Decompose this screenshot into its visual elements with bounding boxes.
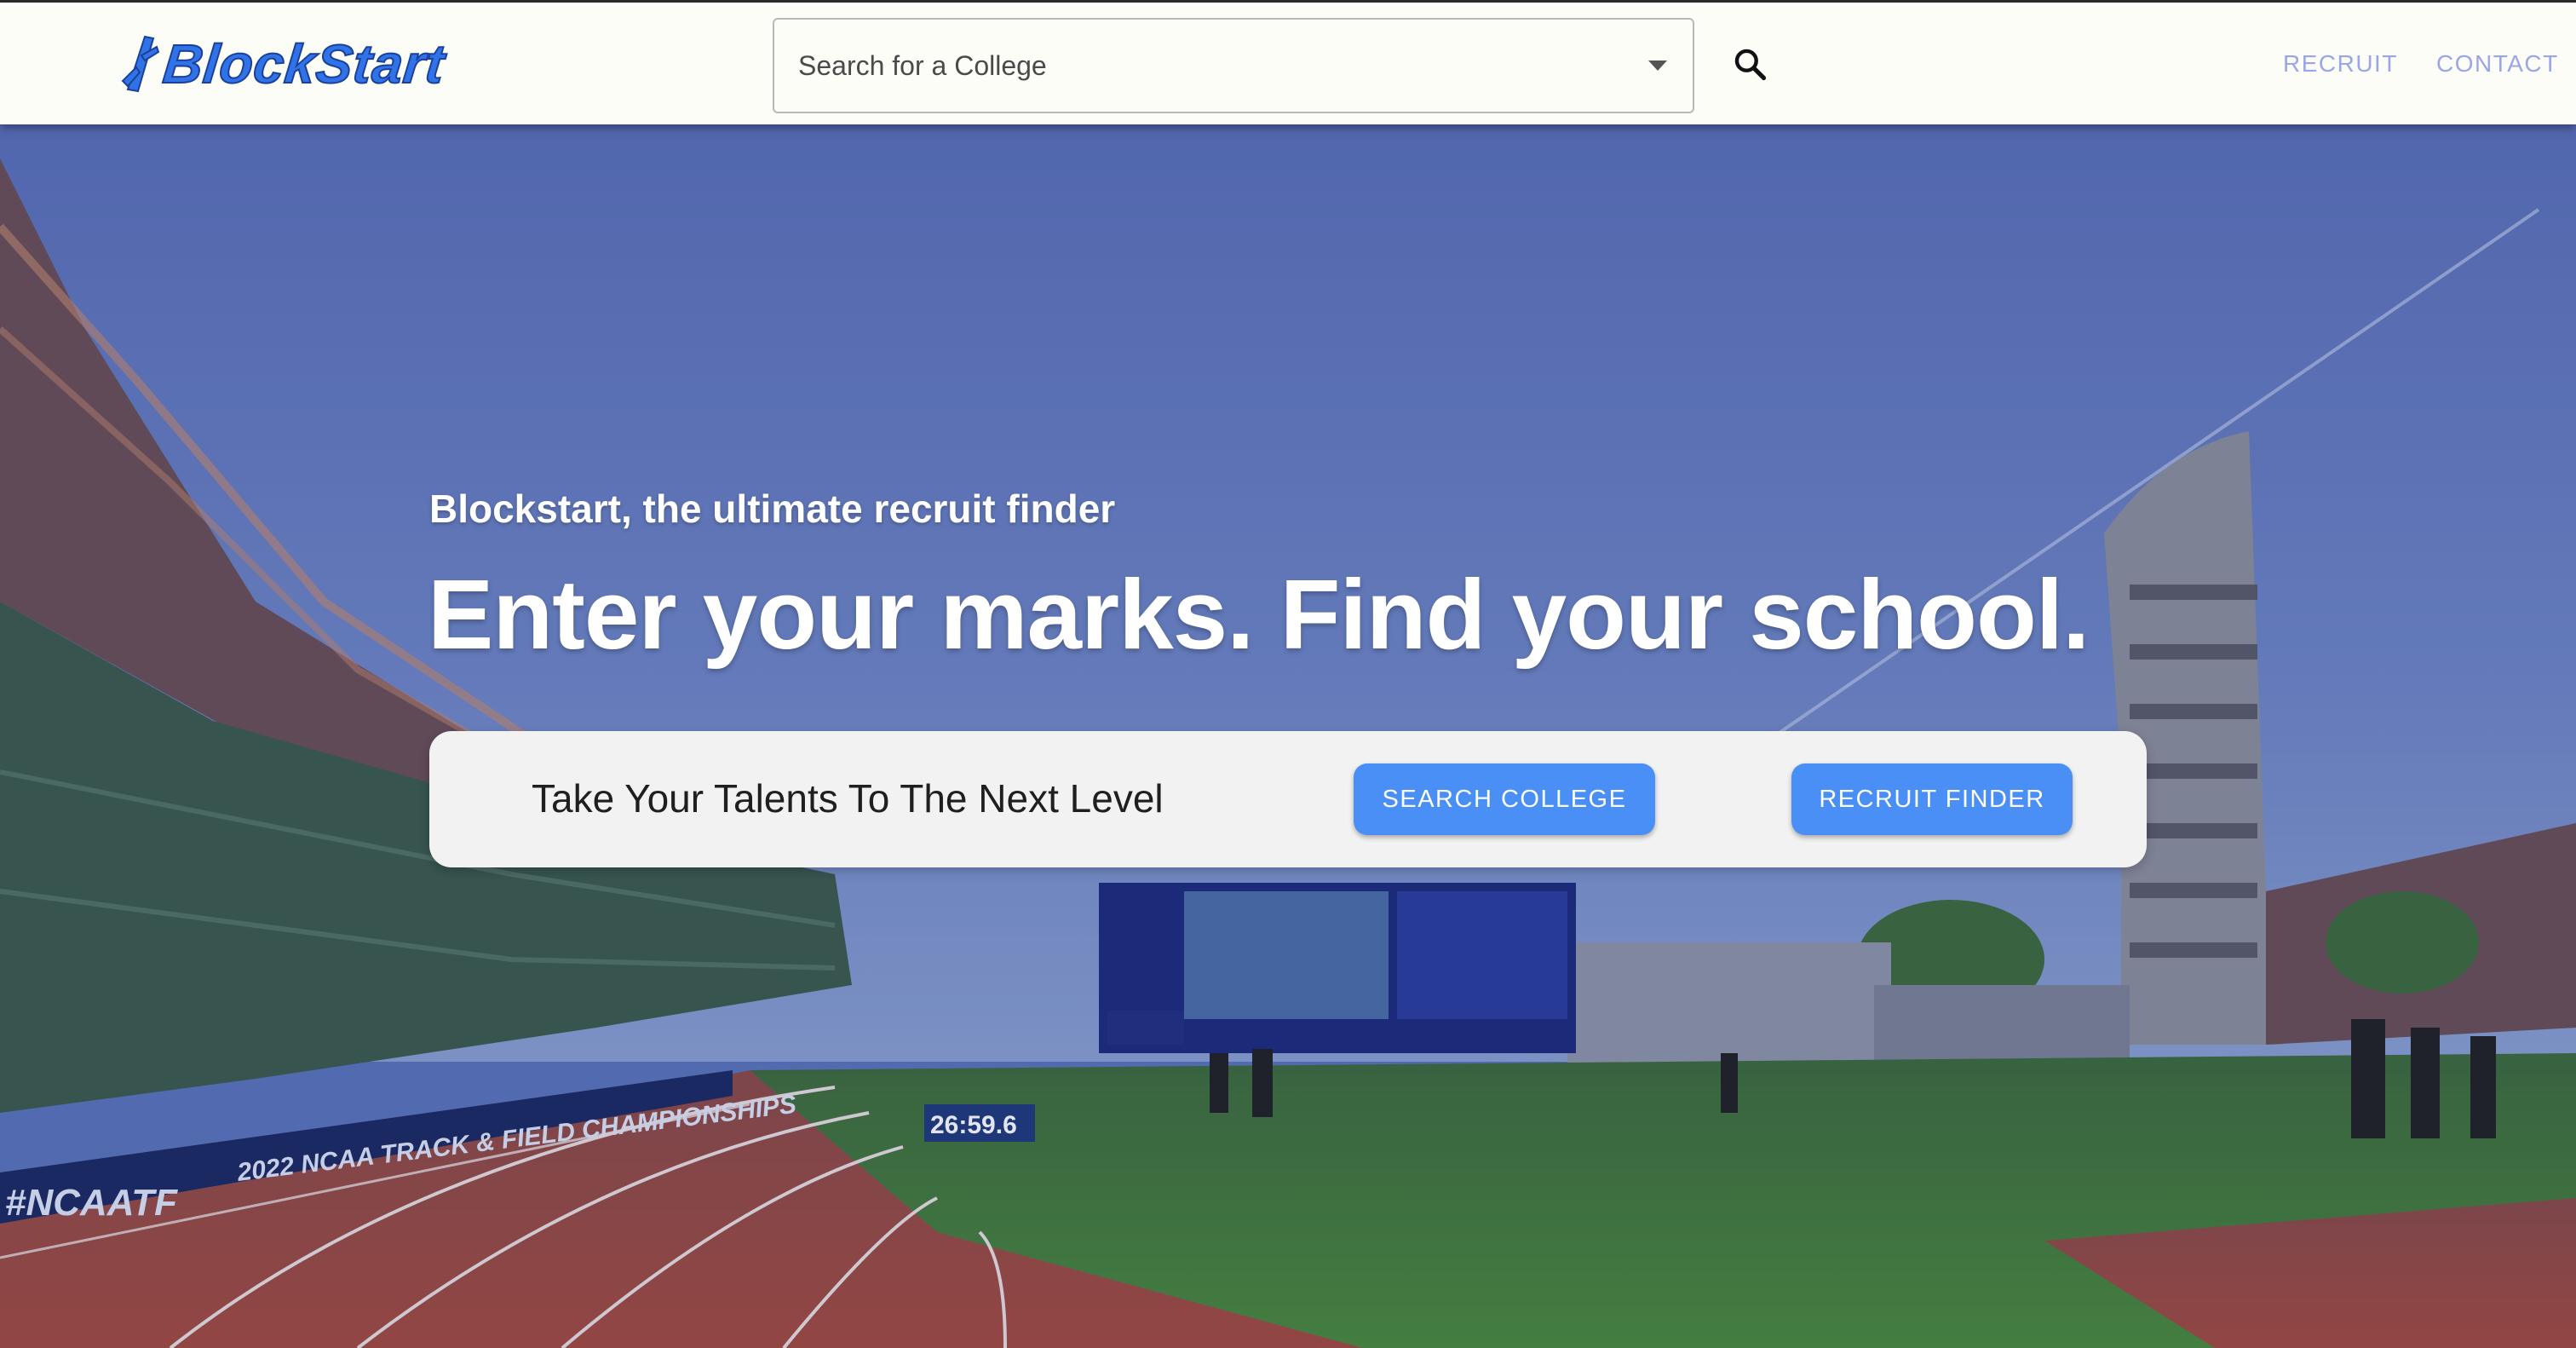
search-college-button[interactable]: SEARCH COLLEGE — [1354, 763, 1655, 835]
logo-text: BlockStart — [159, 32, 449, 95]
cta-tagline: Take Your Talents To The Next Level — [532, 776, 1164, 821]
page: BlockStart Search for a College RECRUIT … — [0, 0, 2576, 1348]
starting-block-icon — [121, 35, 160, 93]
college-search-select[interactable]: Search for a College — [773, 18, 1694, 113]
hero-section: #NCAATF 2022 NCAA TRACK & FIELD CHAMPION… — [0, 124, 2576, 1348]
search-icon — [1734, 49, 1767, 81]
hero-subtitle: Blockstart, the ultimate recruit finder — [429, 487, 1116, 531]
logo[interactable]: BlockStart — [119, 30, 449, 98]
nav-recruit-link[interactable]: RECRUIT — [2283, 50, 2398, 78]
nav-contact-link[interactable]: CONTACT — [2436, 50, 2559, 78]
top-app-bar: BlockStart Search for a College RECRUIT … — [0, 0, 2576, 124]
recruit-finder-button[interactable]: RECRUIT FINDER — [1791, 763, 2073, 835]
search-button[interactable] — [1726, 40, 1774, 88]
caret-down-icon[interactable] — [1648, 60, 1667, 71]
cta-panel: Take Your Talents To The Next Level SEAR… — [429, 731, 2147, 867]
hero-title: Enter your marks. Find your school. — [428, 559, 2090, 670]
college-search-value: Search for a College — [798, 49, 1047, 81]
